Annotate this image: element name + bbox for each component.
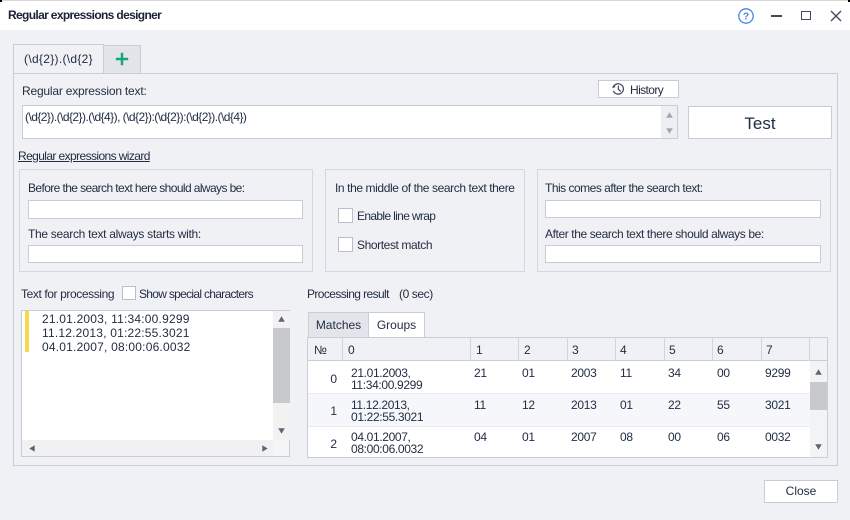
svg-text:?: ? [743, 11, 749, 22]
